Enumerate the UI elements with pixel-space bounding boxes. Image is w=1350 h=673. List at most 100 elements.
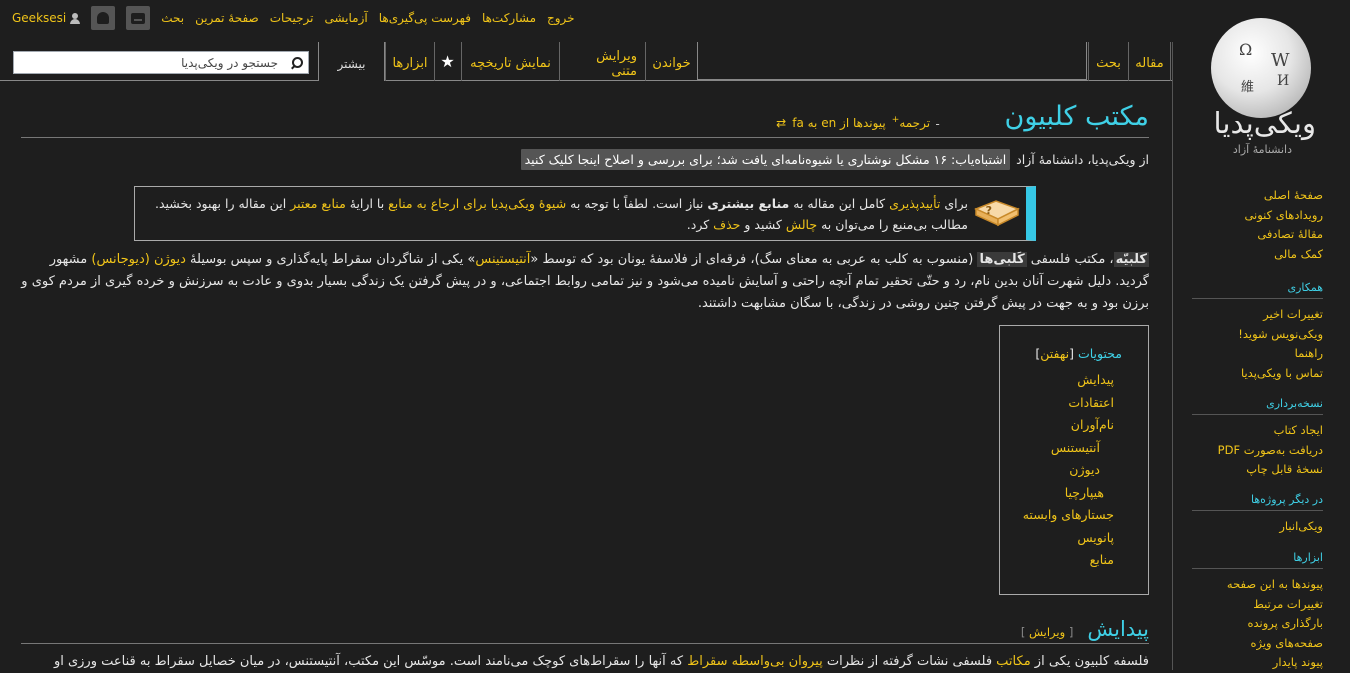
toc-toggle[interactable]: نهفتن [1040, 346, 1069, 361]
sidebar-item-special-pages[interactable]: صفحه‌های ویژه [1192, 634, 1323, 654]
sidebar-print: نسخه‌برداری ایجاد کتاب دریافت به‌صورت PD… [1192, 397, 1323, 480]
user-link[interactable]: Geeksesi [12, 11, 81, 25]
table-of-contents: محتویات [نهفتن] پیدایش اعتقادات نام‌آورا… [999, 325, 1149, 595]
watchlist-link[interactable]: فهرست پی‌گیری‌ها [379, 11, 471, 25]
socratic-followers-link[interactable]: پیروان بی‌واسطه سقراط [687, 654, 823, 669]
lead-bold-2: کَلبی‌ها [977, 252, 1027, 267]
toc-item-notables[interactable]: نام‌آوران [1000, 414, 1114, 437]
antisthenes-link[interactable]: آنتیستینس [475, 252, 530, 267]
reliable-sources-link[interactable]: منابع معتبر [290, 196, 346, 211]
delete-link[interactable]: حذف [713, 217, 740, 232]
logo-tagline: دانشنامهٔ آزاد [1232, 143, 1292, 156]
tab-tools-label: ابزارها [392, 56, 428, 71]
toc-title: محتویات [نهفتن] [1000, 346, 1122, 361]
translate-link[interactable]: ترجمه+ [892, 115, 930, 130]
messages-button[interactable] [126, 6, 151, 30]
contributions-link[interactable]: مشارکت‌ها [482, 11, 536, 25]
wikipedia-logo[interactable]: Ω W 維 И ویکی‌پدیا دانشنامهٔ آزاد [1196, 10, 1326, 160]
edit-bracket-close: ] [1020, 625, 1026, 639]
section-text-3: که آنها را سقراط‌های کوچک می‌نامند است. … [53, 654, 688, 669]
sidebar-tools: ابزارها پیوندها به این صفحه تغییرات مرتب… [1192, 551, 1323, 673]
sidebar-item-download-pdf[interactable]: دریافت به‌صورت PDF [1192, 441, 1323, 461]
tab-more-label: بیشتر [337, 56, 366, 71]
translate-caret[interactable]: ـ [936, 117, 939, 128]
search-icon[interactable] [288, 53, 308, 73]
ambox-text-6: کشید و [740, 216, 786, 232]
sidebar-item-printable[interactable]: نسخهٔ قابل چاپ [1192, 460, 1323, 480]
sidebar-item-commons[interactable]: ویکی‌انبار [1192, 517, 1323, 537]
toc-item-see-also[interactable]: جستارهای وابسته [1000, 504, 1114, 527]
sidebar-item-main-page[interactable]: صفحهٔ اصلی [1192, 186, 1323, 206]
translate-label: ترجمه [899, 116, 931, 130]
section-title: پیدایش [1087, 617, 1149, 641]
toc-item-hipparchia[interactable]: هیپارچیا [1065, 485, 1104, 500]
sidebar-item-current-events[interactable]: رویدادهای کنونی [1192, 206, 1323, 226]
puzzle-globe-icon: Ω W 維 И [1211, 18, 1311, 118]
portlet-heading[interactable]: ابزارها [1192, 551, 1323, 569]
preferences-link[interactable]: ترجیحات [270, 11, 314, 25]
sidebar-item-what-links-here[interactable]: پیوندها به این صفحه [1192, 575, 1323, 595]
lead-text-1: ، مکتب فلسفی [1026, 252, 1114, 267]
language-links[interactable]: پیوندها از en به fa [792, 116, 886, 130]
toc-item-diogenes[interactable]: دیوژن [1000, 459, 1114, 482]
citing-sources-link[interactable]: شیوهٔ ویکی‌پدیا برای ارجاع به منابع [388, 196, 566, 211]
tab-edit-source-label: ویرایش متنی [596, 48, 637, 79]
ambox-text-4: با ارایهٔ [345, 195, 389, 211]
edit-bracket-open: [ [1068, 625, 1074, 639]
tab-spacer [697, 42, 1087, 80]
notifications-button[interactable] [91, 6, 116, 30]
portlet-heading[interactable]: نسخه‌برداری [1192, 397, 1323, 415]
toc-item-notes[interactable]: پانویس [1000, 527, 1114, 550]
lead-text-3: » یکی از شاگردان سقراط پایه‌گذاری و سپس … [185, 252, 476, 267]
tab-history-label: نمایش تاریخچه [470, 56, 551, 71]
search-input[interactable] [14, 52, 284, 73]
portlet-heading[interactable]: همکاری [1192, 281, 1323, 299]
schools-link[interactable]: مکاتب [996, 654, 1031, 669]
logout-link[interactable]: خروج [547, 11, 575, 25]
sidebar-item-help[interactable]: راهنما [1192, 344, 1323, 364]
verifiability-link[interactable]: تأییدپذیری [889, 196, 940, 211]
sidebar-item-related-changes[interactable]: تغییرات مرتبط [1192, 595, 1323, 615]
tab-more[interactable]: بیشتر [318, 42, 385, 81]
toc-item-references[interactable]: منابع [1000, 549, 1114, 572]
search-box [13, 51, 309, 74]
tab-read[interactable]: خواندن [645, 42, 697, 81]
swap-icon[interactable]: ⇄ [776, 116, 786, 130]
ambox-text-1: برای [940, 195, 968, 211]
sidebar-item-donate[interactable]: کمک مالی [1192, 245, 1323, 265]
diogenes-link[interactable]: دیوژن (دیوجانس) [91, 252, 186, 267]
sandbox-link[interactable]: صفحهٔ تمرین [195, 11, 259, 25]
user-talk-link[interactable]: بحث [161, 11, 184, 25]
heading-divider [21, 137, 1149, 138]
sidebar-item-contact[interactable]: تماس با ویکی‌پدیا [1192, 364, 1323, 384]
svg-text:?: ? [986, 204, 992, 217]
portlet-heading[interactable]: در دیگر پروژه‌ها [1192, 493, 1323, 511]
tab-article-label: مقاله [1135, 56, 1164, 71]
tab-talk[interactable]: بحث [1088, 42, 1128, 81]
tab-edit-source[interactable]: ویرایش متنی [559, 42, 645, 81]
toc-bracket-open: [ [1069, 346, 1074, 361]
toc-item-antisthenes[interactable]: آنتیستنس [1000, 437, 1114, 460]
section-edit-link[interactable]: ویرایش [1029, 625, 1065, 639]
tab-history[interactable]: نمایش تاریخچه [461, 42, 559, 81]
sidebar-divider [1172, 42, 1173, 670]
ambox-bold-1: منابع بیشتری [707, 195, 790, 211]
username: Geeksesi [12, 11, 67, 25]
tab-tools[interactable]: ابزارها [385, 42, 434, 81]
toc-item-beliefs[interactable]: اعتقادات [1000, 392, 1114, 415]
sidebar-item-join[interactable]: ویکی‌نویس شوید! [1192, 325, 1323, 345]
lead-text-2: (منسوب به کلب به عربی به معنای سگ)، فرقه… [530, 252, 978, 267]
challenge-link[interactable]: چالش [786, 217, 817, 232]
sidebar-item-create-book[interactable]: ایجاد کتاب [1192, 421, 1323, 441]
lint-notice-button[interactable]: اشتباه‌یاب: ۱۶ مشکل نوشتاری یا شیوه‌نامه… [520, 149, 1011, 170]
watch-star-icon[interactable]: ★ [434, 42, 460, 81]
ambox-text-7: کرد. [686, 216, 714, 232]
page-title: مکتب کلبیون [1004, 101, 1149, 132]
sidebar-item-upload[interactable]: بارگذاری پرونده [1192, 614, 1323, 634]
tab-article[interactable]: مقاله [1128, 42, 1171, 81]
toc-item-origin[interactable]: پیدایش [1000, 369, 1114, 392]
beta-link[interactable]: آزمایشی [324, 11, 367, 25]
sidebar-item-random[interactable]: مقالهٔ تصادفی [1192, 225, 1323, 245]
site-sub-text: از ویکی‌پدیا، دانشنامهٔ آزاد [1016, 152, 1149, 167]
sidebar-item-recent-changes[interactable]: تغییرات اخیر [1192, 305, 1323, 325]
